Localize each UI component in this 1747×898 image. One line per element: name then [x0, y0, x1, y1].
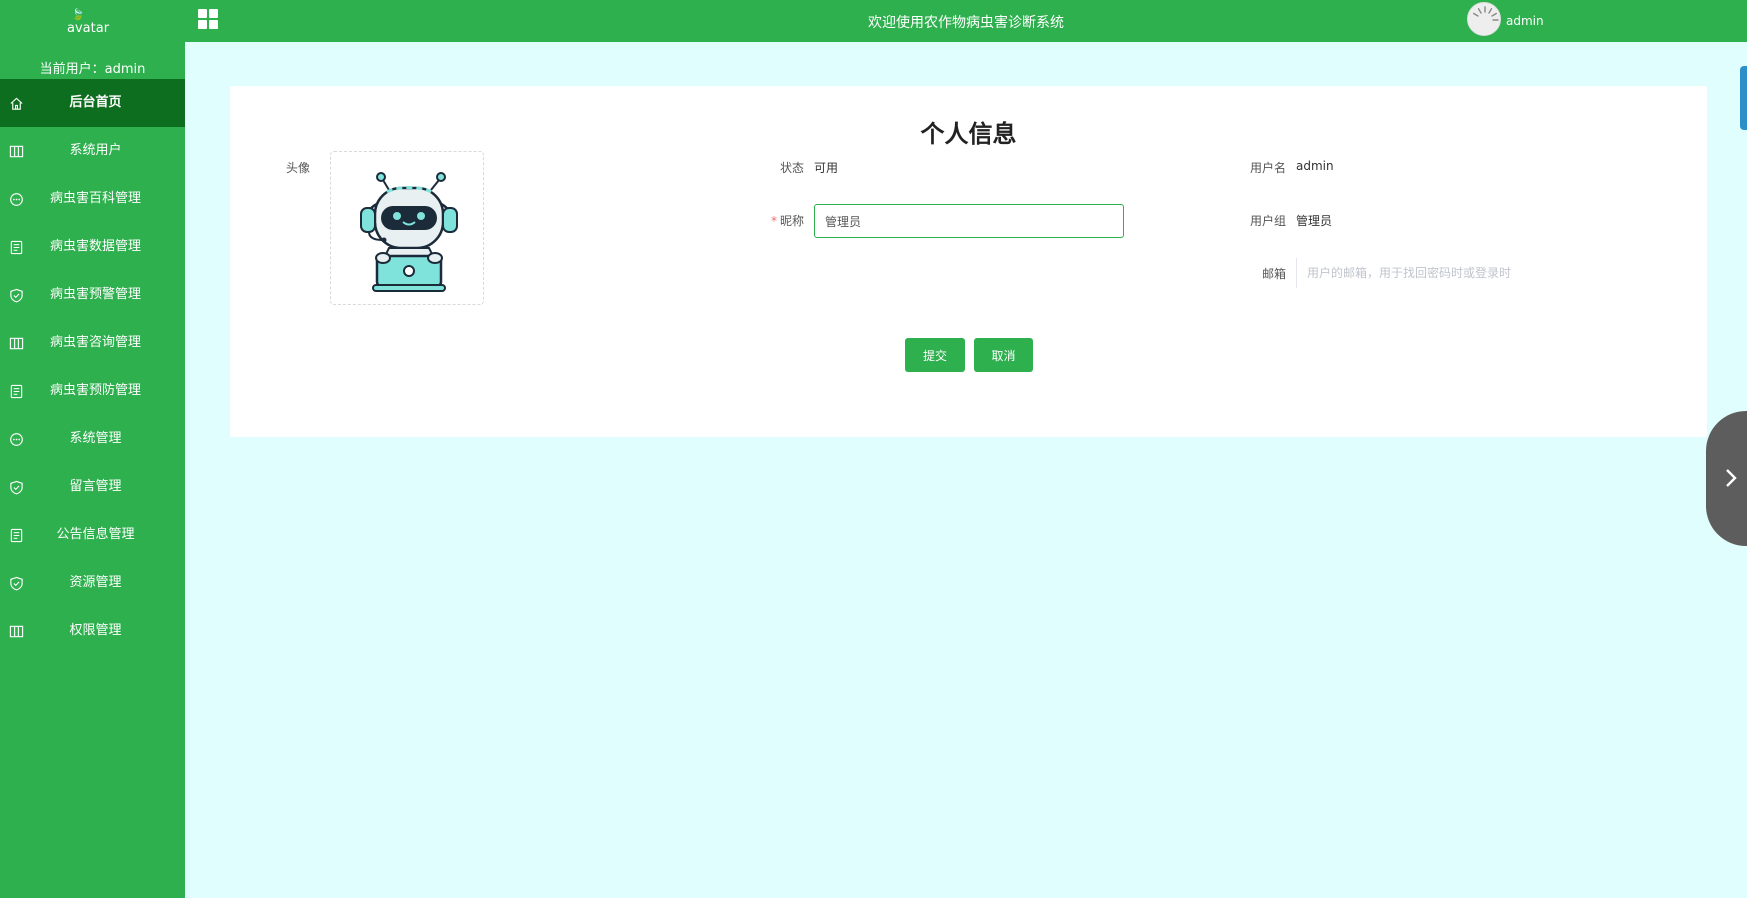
chat-icon	[10, 433, 23, 446]
nickname-label-text: 昵称	[779, 214, 804, 228]
document-icon	[10, 528, 23, 543]
sidebar-item-pest-warning[interactable]: 病虫害预警管理	[0, 271, 185, 319]
avatar-uploader[interactable]	[330, 151, 484, 305]
sidebar-item-pest-data[interactable]: 病虫害数据管理	[0, 223, 185, 271]
columns-icon	[9, 625, 24, 638]
sidebar-item-system-users[interactable]: 系统用户	[0, 127, 185, 175]
user-group-label: 用户组	[1249, 214, 1286, 228]
sidebar-item-home[interactable]: 后台首页	[0, 79, 185, 127]
top-username[interactable]: admin	[1506, 14, 1544, 28]
email-label: 邮箱	[1261, 267, 1286, 281]
sidebar-item-label: 公告信息管理	[56, 527, 135, 542]
sidebar-item-label: 病虫害预防管理	[49, 383, 141, 398]
sidebar-item-label: 病虫害预警管理	[49, 287, 141, 302]
edge-widget[interactable]	[1740, 66, 1747, 130]
home-icon	[10, 97, 23, 110]
side-panel-toggle[interactable]	[1706, 411, 1747, 546]
sidebar-avatar-alt: avatar	[67, 21, 110, 36]
sidebar-item-pest-encyclopedia[interactable]: 病虫害百科管理	[0, 175, 185, 223]
nickname-label: * 昵称	[740, 212, 804, 229]
page-title: 个人信息	[920, 120, 1017, 148]
cancel-button[interactable]: 取消	[974, 338, 1033, 372]
chat-icon	[10, 193, 23, 206]
sidebar-item-label: 权限管理	[69, 623, 122, 638]
sidebar-item-permissions[interactable]: 权限管理	[0, 607, 185, 655]
avatar-label: 头像	[285, 161, 310, 175]
sidebar-item-label: 病虫害咨询管理	[49, 335, 141, 350]
sidebar-item-label: 病虫害数据管理	[49, 239, 141, 254]
sidebar-menu: 后台首页 系统用户 病虫害百科管理 病虫害数据管理 病虫害预警管理 病虫害咨询管…	[0, 79, 185, 655]
sidebar: 🍃 avatar 当前用户：admin 后台首页 系统用户 病虫害百科管理 病虫…	[0, 0, 185, 898]
sidebar-item-messages[interactable]: 留言管理	[0, 463, 185, 511]
sidebar-item-system-management[interactable]: 系统管理	[0, 415, 185, 463]
current-user: 当前用户：admin	[0, 58, 185, 77]
username-label: 用户名	[1249, 161, 1286, 175]
required-asterisk: *	[770, 214, 777, 228]
profile-card: 个人信息 头像 状态 可用 * 昵称 管理员 用户名 admin 用户组 管理员…	[230, 86, 1707, 437]
status-label: 状态	[779, 161, 804, 175]
loading-spinner-icon	[1472, 6, 1499, 21]
sidebar-item-resources[interactable]: 资源管理	[0, 559, 185, 607]
shield-check-icon	[10, 288, 23, 303]
document-icon	[10, 240, 23, 255]
sidebar-item-label: 系统管理	[69, 431, 122, 446]
user-avatar[interactable]	[1467, 2, 1501, 36]
sidebar-item-pest-prevention[interactable]: 病虫害预防管理	[0, 367, 185, 415]
sidebar-item-label: 后台首页	[69, 95, 122, 110]
broken-image-icon: 🍃	[71, 8, 85, 21]
shield-check-icon	[10, 480, 23, 495]
user-group-value: 管理员	[1296, 214, 1333, 228]
current-user-label: 当前用户：	[39, 62, 105, 77]
sidebar-item-pest-consult[interactable]: 病虫害咨询管理	[0, 319, 185, 367]
sidebar-item-label: 病虫害百科管理	[49, 191, 141, 206]
document-icon	[10, 384, 23, 399]
columns-icon	[9, 145, 24, 158]
username-value: admin	[1296, 159, 1334, 173]
sidebar-item-label: 留言管理	[69, 479, 122, 494]
current-user-name: admin	[104, 62, 146, 77]
nickname-input[interactable]	[814, 204, 1124, 238]
sidebar-item-announcements[interactable]: 公告信息管理	[0, 511, 185, 559]
shield-check-icon	[10, 576, 23, 591]
email-input[interactable]	[1296, 258, 1606, 288]
submit-button[interactable]: 提交	[905, 338, 965, 372]
robot-avatar-image	[360, 172, 458, 292]
sidebar-item-label: 资源管理	[69, 575, 122, 590]
chevron-right-icon	[1726, 469, 1737, 487]
columns-icon	[9, 337, 24, 350]
sidebar-item-label: 系统用户	[69, 143, 122, 158]
sidebar-avatar: 🍃 avatar	[67, 8, 110, 38]
top-bar: 欢迎使用农作物病虫害诊断系统 admin	[185, 0, 1747, 42]
status-value: 可用	[814, 161, 839, 175]
